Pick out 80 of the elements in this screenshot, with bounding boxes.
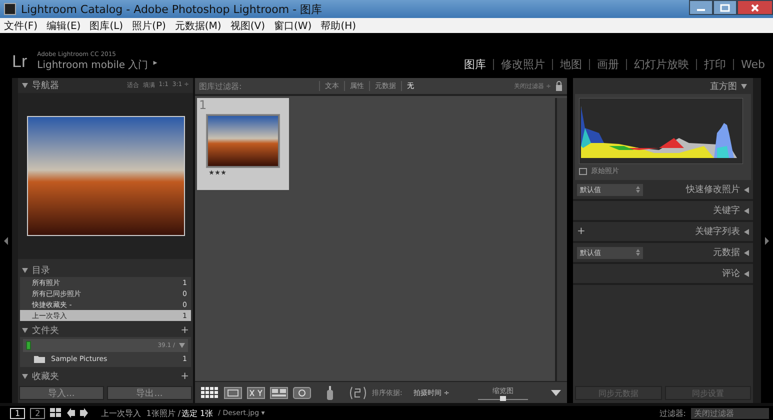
close-icon: [750, 4, 760, 12]
forward-arrow-icon[interactable]: [80, 408, 88, 418]
module-tab[interactable]: 画册: [597, 57, 620, 72]
collections-header[interactable]: 收藏夹: [32, 370, 59, 383]
menu-item[interactable]: 视图(V): [230, 18, 265, 32]
selection-count: 选定 1张: [182, 408, 214, 418]
module-tab[interactable]: 修改照片: [501, 57, 546, 72]
module-tab[interactable]: Web: [741, 58, 765, 71]
loupe-view-icon[interactable]: [224, 386, 242, 398]
panel-section-header[interactable]: 评论: [722, 267, 740, 280]
expand-caret-icon[interactable]: [744, 186, 749, 192]
panel-button[interactable]: 导入...: [19, 386, 104, 400]
menu-item[interactable]: 元数据(M): [174, 18, 222, 32]
cell-index: 1: [199, 98, 207, 112]
slider-thumb[interactable]: [500, 396, 506, 400]
panel-toggle-icon[interactable]: [4, 236, 8, 244]
catalog-header[interactable]: 目录: [32, 264, 50, 277]
scrollbar[interactable]: [555, 98, 567, 381]
folder-icon: [34, 354, 45, 363]
window-title: Lightroom Catalog - Adobe Photoshop Lightroom - 图库: [21, 2, 324, 16]
panel-toggle-icon[interactable]: [765, 236, 769, 244]
menu-item[interactable]: 窗口(W): [274, 18, 312, 32]
panel-button[interactable]: 导出...: [107, 386, 192, 400]
add-button[interactable]: +: [180, 324, 189, 336]
survey-view-icon[interactable]: [270, 386, 288, 398]
module-tab[interactable]: 幻灯片放映: [634, 57, 690, 72]
arrow-icon: ▸: [153, 58, 158, 72]
module-tab[interactable]: 地图: [560, 57, 582, 72]
mobile-link[interactable]: Lightroom mobile 入门: [37, 58, 148, 72]
maximize-icon: [720, 4, 730, 12]
menu-item[interactable]: 图库(L): [90, 18, 124, 32]
caret-icon[interactable]: [179, 343, 185, 348]
add-button[interactable]: +: [577, 226, 586, 237]
folders-header[interactable]: 文件夹: [32, 324, 59, 337]
menu-item[interactable]: 文件(F): [4, 18, 38, 32]
updown-caret-icon: [636, 186, 640, 193]
filter-dropdown[interactable]: 关闭过滤器: [691, 408, 769, 418]
minimize-button[interactable]: [689, 0, 713, 15]
navigator-title: 导航器: [32, 80, 59, 92]
screen-button[interactable]: 2: [30, 408, 46, 418]
grid-icon[interactable]: [50, 408, 62, 418]
filter-label: 过滤器:: [659, 408, 686, 418]
panel-section-header[interactable]: 元数据: [713, 246, 740, 259]
collapse-caret-icon[interactable]: [741, 84, 747, 88]
app-icon: [4, 3, 16, 15]
caret-icon[interactable]: [551, 390, 561, 396]
collapse-caret-icon[interactable]: [22, 374, 28, 379]
add-button[interactable]: +: [180, 370, 189, 382]
expand-caret-icon[interactable]: [744, 250, 749, 256]
maximize-button[interactable]: [713, 0, 737, 15]
filter-label: 图库过滤器:: [199, 80, 243, 92]
expand-caret-icon[interactable]: [744, 270, 749, 276]
logo: Lr: [12, 52, 28, 72]
histogram-header[interactable]: 直方图: [710, 80, 737, 92]
module-tab[interactable]: 打印: [704, 57, 726, 72]
back-arrow-icon[interactable]: [67, 408, 76, 418]
expand-caret-icon[interactable]: [744, 228, 749, 234]
collapse-caret-icon[interactable]: [22, 82, 28, 88]
menu-item[interactable]: 照片(P): [132, 18, 166, 32]
sort-direction-icon[interactable]: [349, 386, 367, 400]
photo-placeholder: [208, 116, 278, 166]
checkbox[interactable]: [579, 168, 587, 174]
photo-count: 1张照片 /: [146, 408, 181, 418]
grid-view-icon[interactable]: [201, 386, 219, 398]
menu-item[interactable]: 帮助(H): [320, 18, 356, 32]
collapse-caret-icon[interactable]: [22, 268, 28, 273]
compare-view-icon[interactable]: [247, 386, 265, 398]
panel-section-header[interactable]: 快速修改照片: [686, 183, 740, 196]
module-tab[interactable]: 图库: [464, 57, 486, 72]
close-button[interactable]: [737, 0, 773, 15]
source-link[interactable]: 上一次导入: [101, 408, 142, 418]
menu-item[interactable]: 编辑(E): [46, 18, 81, 32]
screen-button[interactable]: 1: [10, 408, 26, 418]
panel-section-header[interactable]: 关键字: [713, 204, 740, 217]
collapse-caret-icon[interactable]: [22, 328, 28, 333]
updown-caret-icon: [636, 249, 640, 256]
status-light-icon: [26, 341, 31, 350]
panel-section-header[interactable]: 关键字列表: [695, 225, 740, 238]
lock-icon[interactable]: [555, 81, 563, 91]
expand-caret-icon[interactable]: [744, 208, 749, 214]
